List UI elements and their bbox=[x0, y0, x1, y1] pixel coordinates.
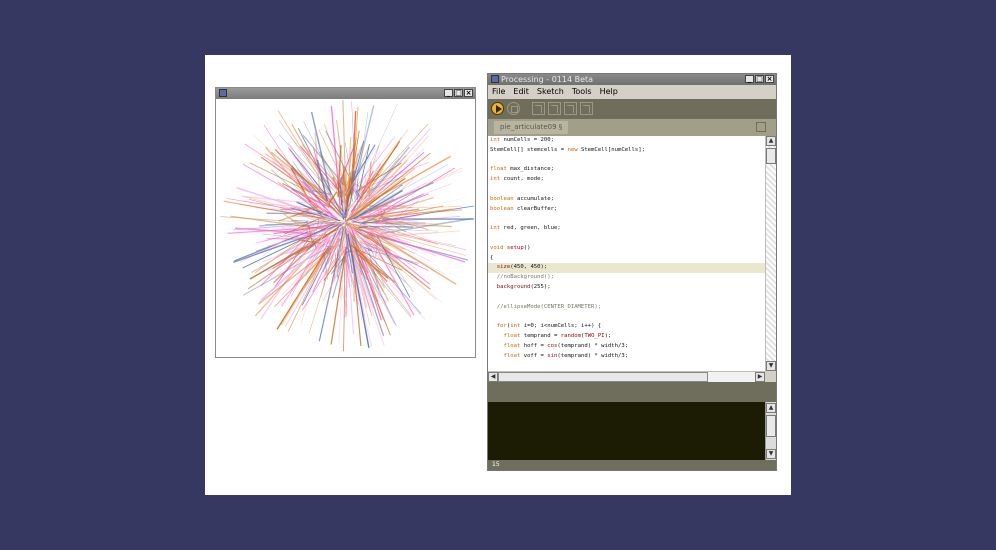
sketch-stroke bbox=[365, 123, 429, 193]
scroll-right-icon[interactable]: ▶ bbox=[755, 372, 765, 382]
code-line[interactable]: int count, mode; bbox=[488, 175, 765, 185]
code-line[interactable]: void setup() bbox=[488, 244, 765, 254]
code-line[interactable]: { bbox=[488, 254, 765, 264]
open-button[interactable] bbox=[548, 102, 561, 115]
sketch-stroke bbox=[267, 157, 330, 197]
sketch-titlebar[interactable]: _ □ × bbox=[216, 88, 475, 99]
code-line[interactable] bbox=[488, 293, 765, 303]
code-line[interactable]: float hoff = cos(temprand) * width/3; bbox=[488, 342, 765, 352]
sketch-canvas[interactable] bbox=[217, 100, 474, 357]
editor-vertical-scrollbar[interactable]: ▲ ▼ bbox=[765, 136, 776, 371]
code-line[interactable] bbox=[488, 156, 765, 166]
console-scrollbar[interactable]: ▲ ▼ bbox=[765, 402, 776, 460]
line-status-bar: 15 bbox=[488, 460, 776, 470]
sketch-stroke bbox=[274, 247, 333, 308]
menu-tools[interactable]: Tools bbox=[572, 85, 592, 99]
code-line[interactable]: boolean clearBuffer; bbox=[488, 205, 765, 215]
hscroll-thumb[interactable] bbox=[498, 372, 708, 382]
menu-bar: File Edit Sketch Tools Help bbox=[488, 85, 776, 99]
sketch-window: _ □ × bbox=[215, 87, 476, 358]
ide-maximize-button[interactable]: □ bbox=[755, 75, 764, 83]
menu-file[interactable]: File bbox=[492, 85, 505, 99]
new-button[interactable] bbox=[532, 102, 545, 115]
code-line[interactable] bbox=[488, 214, 765, 224]
console-scroll-thumb[interactable] bbox=[766, 415, 776, 437]
code-line[interactable]: background(255); bbox=[488, 283, 765, 293]
menu-help[interactable]: Help bbox=[600, 85, 618, 99]
run-button[interactable] bbox=[491, 102, 504, 115]
code-line[interactable]: for(int i=0; i<numCells; i++) { bbox=[488, 322, 765, 332]
menu-edit[interactable]: Edit bbox=[513, 85, 529, 99]
export-button[interactable] bbox=[580, 102, 593, 115]
save-button[interactable] bbox=[564, 102, 577, 115]
tab-bar: pie_articulate09 § bbox=[488, 119, 776, 136]
code-line[interactable]: //noBackground(); bbox=[488, 273, 765, 283]
line-number: 15 bbox=[492, 461, 500, 468]
code-line[interactable] bbox=[488, 312, 765, 322]
code-editor[interactable]: int numCells = 200; StemCell[] stemcells … bbox=[488, 136, 765, 371]
stop-button[interactable] bbox=[507, 102, 520, 115]
code-line[interactable]: float voff = sin(temprand) * width/3; bbox=[488, 352, 765, 362]
editor-horizontal-scrollbar[interactable]: ◀ ▶ bbox=[488, 371, 765, 382]
tab-sketch[interactable]: pie_articulate09 § bbox=[494, 121, 569, 134]
code-line[interactable] bbox=[488, 234, 765, 244]
maximize-button[interactable]: □ bbox=[454, 89, 463, 97]
scroll-up-icon[interactable]: ▲ bbox=[766, 136, 776, 146]
ide-minimize-button[interactable]: _ bbox=[745, 75, 754, 83]
code-line[interactable]: size(450, 450); bbox=[488, 263, 765, 274]
close-button[interactable]: × bbox=[464, 89, 473, 97]
scroll-down-icon[interactable]: ▼ bbox=[766, 361, 776, 371]
menu-sketch[interactable]: Sketch bbox=[537, 85, 564, 99]
processing-ide-window: Processing - 0114 Beta _ □ × File Edit S… bbox=[487, 73, 777, 471]
code-line[interactable]: int numCells = 200; bbox=[488, 136, 765, 146]
tab-menu-arrow-icon[interactable] bbox=[756, 122, 766, 132]
ide-title: Processing - 0114 Beta bbox=[501, 75, 594, 84]
toolbar bbox=[488, 99, 776, 119]
message-area bbox=[488, 382, 776, 402]
minimize-button[interactable]: _ bbox=[444, 89, 453, 97]
ide-close-button[interactable]: × bbox=[765, 75, 774, 83]
scroll-left-icon[interactable]: ◀ bbox=[488, 372, 498, 382]
scroll-thumb[interactable] bbox=[766, 148, 776, 164]
console-area[interactable] bbox=[488, 402, 765, 460]
console-scroll-up-icon[interactable]: ▲ bbox=[766, 403, 776, 413]
console-scroll-down-icon[interactable]: ▼ bbox=[766, 449, 776, 459]
code-line[interactable]: //ellipseMode(CENTER_DIAMETER); bbox=[488, 303, 765, 313]
code-line[interactable]: int red, green, blue; bbox=[488, 224, 765, 234]
code-line[interactable] bbox=[488, 185, 765, 195]
code-line[interactable]: float max_distance; bbox=[488, 165, 765, 175]
processing-icon bbox=[491, 75, 499, 83]
code-line[interactable]: float temprand = random(TWO_PI); bbox=[488, 332, 765, 342]
ide-titlebar[interactable]: Processing - 0114 Beta _ □ × bbox=[488, 74, 776, 85]
code-line[interactable]: StemCell[] stemcells = new StemCell[numC… bbox=[488, 146, 765, 156]
code-line[interactable]: boolean accumulate; bbox=[488, 195, 765, 205]
java-icon bbox=[219, 89, 227, 97]
